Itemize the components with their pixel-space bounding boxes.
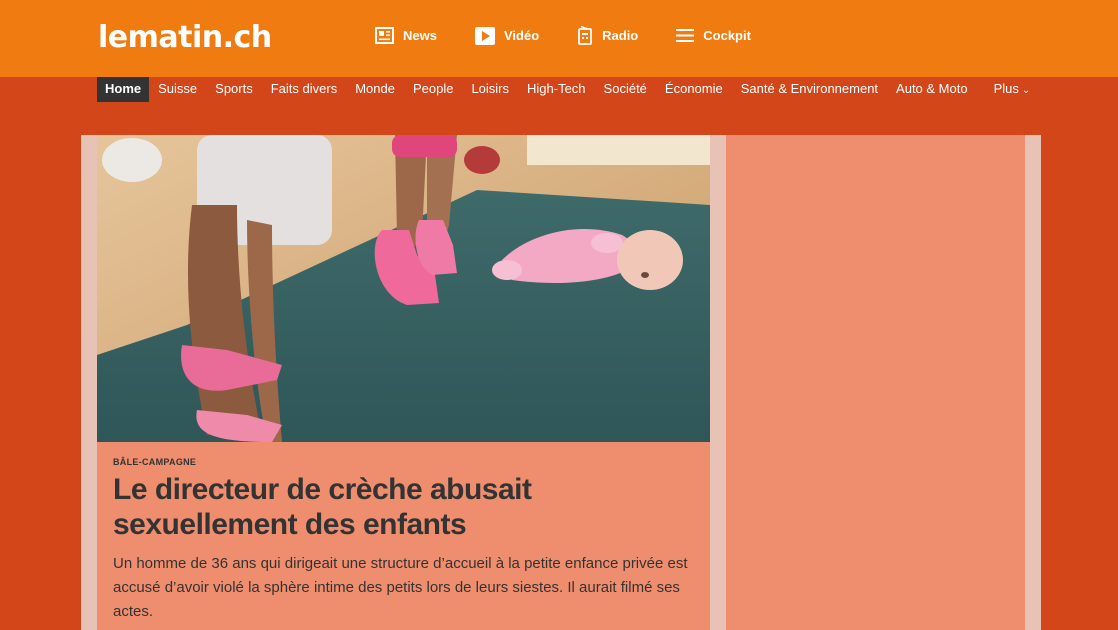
topnav-cockpit[interactable]: Cockpit [676, 26, 751, 45]
article-kicker: BÂLE-CAMPAGNE [113, 457, 197, 467]
category-societe[interactable]: Société [595, 77, 656, 102]
topnav-news-label: News [403, 28, 437, 43]
article-lead: Un homme de 36 ans qui dirigeait une str… [113, 555, 688, 620]
category-people[interactable]: People [404, 77, 462, 102]
hero-text: BÂLE-CAMPAGNE Le directeur de crèche abu… [113, 457, 703, 624]
hero-photo-illustration [97, 135, 710, 442]
topnav-cockpit-label: Cockpit [703, 28, 751, 43]
topnav-radio[interactable]: Radio [577, 26, 638, 45]
category-sports[interactable]: Sports [206, 77, 262, 102]
category-plus-menu[interactable]: Plus ⌄ [985, 77, 1040, 102]
topnav-news[interactable]: News [375, 26, 437, 45]
category-economie[interactable]: Économie [656, 77, 732, 102]
category-auto-moto[interactable]: Auto & Moto [887, 77, 977, 102]
hero-image[interactable] [97, 135, 710, 442]
sidebar-placeholder [726, 135, 1025, 630]
category-home[interactable]: Home [97, 77, 150, 102]
category-sante-environnement[interactable]: Santé & Environnement [732, 77, 887, 102]
play-icon [474, 26, 495, 45]
newspaper-icon [375, 27, 394, 44]
menu-lines-icon [676, 29, 695, 42]
article-headline[interactable]: Le directeur de crèche abusait sexuellem… [113, 472, 703, 542]
category-plus-label: Plus [993, 81, 1019, 96]
topnav-video[interactable]: Vidéo [474, 26, 540, 45]
topnav-video-label: Vidéo [503, 28, 540, 43]
category-monde[interactable]: Monde [346, 77, 404, 102]
category-navigation: Home Suisse Sports Faits divers Monde Pe… [97, 77, 1039, 102]
hero-article[interactable]: BÂLE-CAMPAGNE Le directeur de crèche abu… [97, 135, 710, 630]
site-logo[interactable]: lematin.ch [98, 20, 272, 55]
category-loisirs[interactable]: Loisirs [462, 77, 518, 102]
site-header: lematin.ch News Vidéo Radio Cockpit [0, 0, 1118, 77]
chevron-down-icon: ⌄ [1021, 85, 1031, 96]
category-faits-divers[interactable]: Faits divers [262, 77, 346, 102]
category-suisse[interactable]: Suisse [149, 77, 206, 102]
top-navigation: News Vidéo Radio Cockpit [375, 26, 789, 45]
category-high-tech[interactable]: High-Tech [518, 77, 595, 102]
radio-icon [578, 26, 593, 45]
topnav-radio-label: Radio [602, 28, 639, 43]
